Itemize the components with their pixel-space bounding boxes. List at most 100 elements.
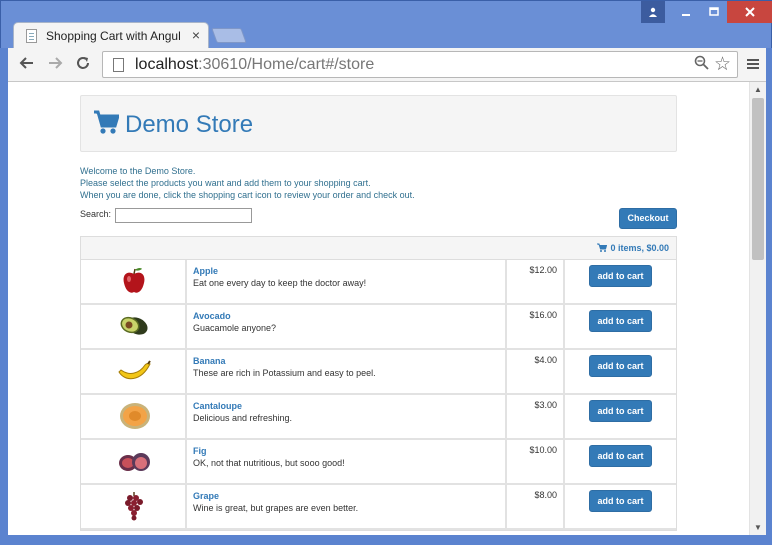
product-row: Avocado Guacamole anyone? $16.00 add to …: [81, 305, 676, 350]
product-price: $3.00: [534, 400, 557, 410]
product-price: $16.00: [529, 310, 557, 320]
product-row: Grape Wine is great, but grapes are even…: [81, 485, 676, 530]
product-info-cell: Grape Wine is great, but grapes are even…: [187, 485, 507, 528]
product-image-cell: [81, 485, 187, 528]
product-name[interactable]: Cantaloupe: [193, 401, 242, 411]
product-action-cell: add to cart: [565, 395, 676, 438]
page-viewport: Demo Store Welcome to the Demo Store. Pl…: [8, 82, 766, 535]
product-action-cell: add to cart: [565, 260, 676, 303]
product-image-cell: [81, 440, 187, 483]
scroll-down-icon[interactable]: ▼: [754, 523, 762, 532]
maximize-icon[interactable]: [699, 1, 729, 23]
product-description: Eat one every day to keep the doctor awa…: [193, 278, 367, 288]
search-label: Search:: [80, 209, 112, 219]
cantaloupe-image: [120, 403, 150, 429]
window-titlebar: Shopping Cart with Angul ×: [0, 0, 772, 49]
product-name[interactable]: Fig: [193, 446, 207, 456]
fig-image: [119, 453, 150, 471]
product-description: OK, not that nutritious, but sooo good!: [193, 458, 345, 468]
tab-title: Shopping Cart with Angul: [46, 29, 181, 43]
product-info-cell: Banana These are rich in Potassium and e…: [187, 350, 507, 393]
product-image-cell: [81, 350, 187, 393]
apple-image: [123, 268, 145, 293]
product-price-cell: $16.00: [507, 305, 565, 348]
star-icon[interactable]: ☆: [714, 53, 731, 76]
product-table: 0 items, $0.00 Apple Eat one every day t…: [80, 236, 677, 531]
product-action-cell: add to cart: [565, 350, 676, 393]
product-price-cell: $4.00: [507, 350, 565, 393]
product-price-cell: $3.00: [507, 395, 565, 438]
product-info-cell: Apple Eat one every day to keep the doct…: [187, 260, 507, 303]
product-description: Wine is great, but grapes are even bette…: [193, 503, 359, 513]
product-description: These are rich in Potassium and easy to …: [193, 368, 376, 378]
store-header: Demo Store: [80, 95, 677, 152]
product-price: $8.00: [534, 490, 557, 500]
product-action-cell: add to cart: [565, 440, 676, 483]
banana-image: [118, 360, 151, 380]
page-icon: [26, 29, 37, 43]
add-to-cart-button[interactable]: add to cart: [589, 490, 652, 512]
window-bottom-frame: [0, 535, 772, 545]
product-action-cell: add to cart: [565, 305, 676, 348]
new-tab-button[interactable]: [211, 28, 247, 43]
add-to-cart-button[interactable]: add to cart: [589, 445, 652, 467]
product-name[interactable]: Avocado: [193, 311, 231, 321]
product-name[interactable]: Grape: [193, 491, 219, 501]
scrollbar-thumb[interactable]: [752, 98, 764, 260]
minimize-icon[interactable]: [671, 1, 701, 23]
url-text[interactable]: localhost:30610/Home/cart#/store: [135, 56, 374, 74]
add-to-cart-button[interactable]: add to cart: [589, 310, 652, 332]
shopping-cart-icon[interactable]: [93, 108, 119, 136]
cart-summary-row: 0 items, $0.00: [81, 237, 676, 260]
product-image-cell: [81, 395, 187, 438]
document-icon: [113, 58, 124, 72]
product-description: Guacamole anyone?: [193, 323, 277, 333]
cart-summary-link[interactable]: 0 items, $0.00: [597, 243, 669, 253]
welcome-line: Please select the products you want and …: [80, 178, 371, 188]
product-info-cell: Cantaloupe Delicious and refreshing.: [187, 395, 507, 438]
page-title: Demo Store: [125, 111, 254, 138]
url-path: :30610/Home/cart#/store: [198, 56, 375, 73]
vertical-scrollbar[interactable]: ▲ ▼: [749, 82, 766, 535]
product-row: Banana These are rich in Potassium and e…: [81, 350, 676, 395]
welcome-message: Welcome to the Demo Store. Please select…: [80, 165, 640, 201]
add-to-cart-button[interactable]: add to cart: [589, 355, 652, 377]
grape-image: [125, 492, 143, 521]
product-action-cell: add to cart: [565, 485, 676, 528]
checkout-button[interactable]: Checkout: [619, 208, 677, 229]
avocado-image: [120, 316, 148, 335]
search-input[interactable]: [115, 208, 252, 223]
product-row: Cantaloupe Delicious and refreshing. $3.…: [81, 395, 676, 440]
product-price: $12.00: [529, 265, 557, 275]
product-price-cell: $12.00: [507, 260, 565, 303]
back-icon[interactable]: [16, 54, 38, 76]
product-price: $10.00: [529, 445, 557, 455]
browser-toolbar: localhost:30610/Home/cart#/store ☆: [8, 48, 766, 82]
add-to-cart-button[interactable]: add to cart: [589, 400, 652, 422]
menu-icon[interactable]: [743, 54, 763, 76]
address-bar[interactable]: localhost:30610/Home/cart#/store ☆: [102, 51, 738, 78]
product-info-cell: Fig OK, not that nutritious, but sooo go…: [187, 440, 507, 483]
url-host: localhost: [135, 56, 199, 73]
product-row: Fig OK, not that nutritious, but sooo go…: [81, 440, 676, 485]
tab-close-icon[interactable]: ×: [192, 27, 200, 43]
product-price: $4.00: [534, 355, 557, 365]
user-icon[interactable]: [641, 1, 665, 23]
product-image-cell: [81, 260, 187, 303]
browser-tab[interactable]: Shopping Cart with Angul ×: [13, 22, 209, 49]
welcome-line: When you are done, click the shopping ca…: [80, 190, 415, 200]
scroll-up-icon[interactable]: ▲: [754, 85, 762, 94]
close-icon[interactable]: [727, 1, 772, 23]
product-row: Apple Eat one every day to keep the doct…: [81, 260, 676, 305]
reload-icon[interactable]: [72, 54, 94, 76]
product-price-cell: $10.00: [507, 440, 565, 483]
welcome-line: Welcome to the Demo Store.: [80, 166, 196, 176]
product-name[interactable]: Apple: [193, 266, 218, 276]
product-description: Delicious and refreshing.: [193, 413, 293, 423]
product-price-cell: $8.00: [507, 485, 565, 528]
forward-icon[interactable]: [44, 54, 66, 76]
add-to-cart-button[interactable]: add to cart: [589, 265, 652, 287]
zoom-icon[interactable]: [694, 55, 709, 75]
product-name[interactable]: Banana: [193, 356, 226, 366]
cart-icon: [597, 243, 608, 252]
